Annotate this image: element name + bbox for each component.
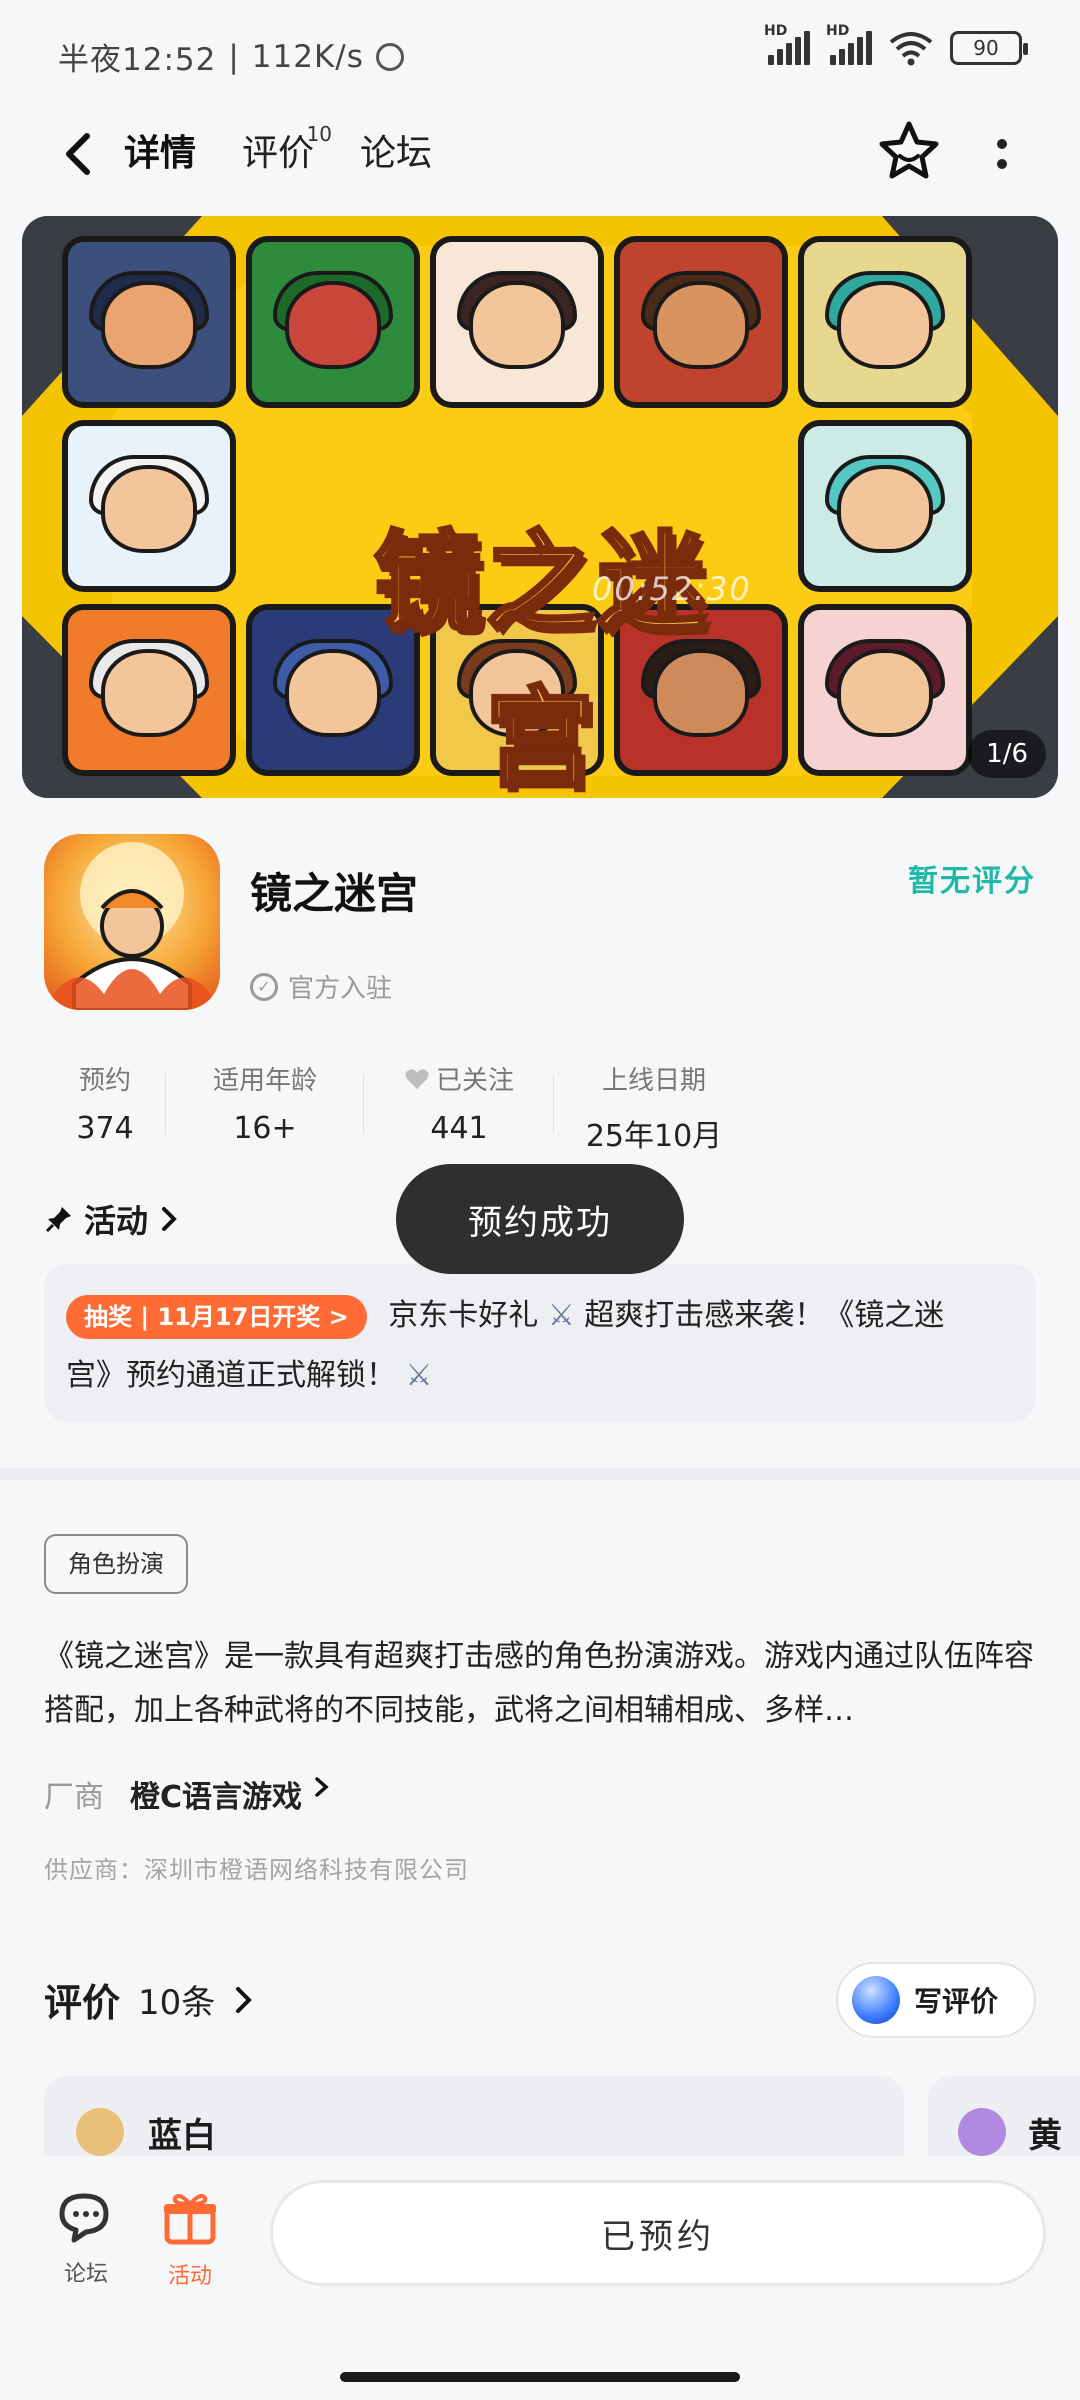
signal-icon-2: HD bbox=[826, 23, 872, 65]
swords-icon: ⚔ bbox=[405, 1358, 433, 1393]
status-time: 半夜12:52 bbox=[58, 42, 217, 78]
stats-row: 预约 374 适用年龄 16+ 已关注 441 上线日期 25年10月 bbox=[44, 1060, 754, 1155]
pin-icon bbox=[45, 1207, 71, 1233]
status-bar: 半夜12:52 | 112K/s HD HD 90 bbox=[0, 0, 1080, 100]
heart-icon bbox=[405, 1068, 429, 1089]
signal-icon: HD bbox=[764, 23, 810, 65]
check-circle-icon: ✓ bbox=[250, 972, 278, 1001]
tab-reviews[interactable]: 评价 10 bbox=[242, 122, 332, 184]
stat-followers[interactable]: 已关注 441 bbox=[364, 1060, 554, 1155]
activity-section-link[interactable]: 活动 bbox=[44, 1196, 180, 1242]
hero-portrait bbox=[798, 236, 972, 408]
game-banner[interactable]: 镜之迷宫 00:52:30 1/6 bbox=[22, 216, 1058, 798]
home-indicator[interactable] bbox=[340, 2372, 740, 2382]
gift-icon bbox=[164, 2194, 216, 2245]
write-review-button[interactable]: 写评价 bbox=[836, 1962, 1036, 2038]
avatar bbox=[76, 2108, 124, 2156]
status-speed: 112K/s bbox=[251, 38, 364, 75]
developer-row[interactable]: 厂商 橙C语言游戏 bbox=[44, 1772, 332, 1816]
chevron-left-icon bbox=[66, 133, 90, 175]
write-review-icon bbox=[852, 1976, 900, 2024]
hero-portrait bbox=[430, 236, 604, 408]
status-right: HD HD 90 bbox=[764, 23, 1028, 66]
hero-portrait bbox=[798, 604, 972, 776]
genre-tag[interactable]: 角色扮演 bbox=[44, 1534, 188, 1594]
chevron-right-icon bbox=[236, 1986, 253, 2013]
tab-bar: 详情 评价 10 论坛 bbox=[124, 122, 432, 184]
back-button[interactable] bbox=[48, 124, 108, 184]
reviews-section-link[interactable]: 评价 10条 bbox=[44, 1972, 255, 2027]
star-button[interactable] bbox=[876, 118, 942, 184]
reservation-success-toast: 预约成功 bbox=[396, 1164, 684, 1274]
reviews-count: 10条 bbox=[138, 1983, 216, 2023]
tab-forum[interactable]: 论坛 bbox=[360, 124, 432, 184]
app-name: 镜之迷宫 bbox=[250, 869, 419, 918]
hero-portrait bbox=[246, 236, 420, 408]
app-icon bbox=[44, 834, 220, 1010]
more-menu-button[interactable] bbox=[982, 124, 1022, 184]
stat-release-date: 上线日期 25年10月 bbox=[585, 1066, 723, 1154]
hero-portrait bbox=[62, 604, 236, 776]
activity-button[interactable]: 活动 bbox=[150, 2190, 230, 2290]
hero-portrait bbox=[798, 420, 972, 592]
avatar bbox=[958, 2108, 1006, 2156]
official-badge: ✓ 官方入驻 bbox=[250, 968, 392, 1005]
chevron-right-icon bbox=[315, 1777, 329, 1797]
banner-timer: 00:52:30 bbox=[592, 570, 752, 608]
developer-name: 橙C语言游戏 bbox=[130, 1780, 303, 1815]
review-user: 蓝白 bbox=[148, 2116, 216, 2156]
section-divider bbox=[0, 1468, 1080, 1480]
chat-bubble-icon bbox=[59, 2193, 109, 2243]
wifi-icon bbox=[889, 32, 933, 66]
tab-details[interactable]: 详情 bbox=[124, 124, 197, 184]
hero-portrait bbox=[62, 236, 236, 408]
top-nav: 详情 评价 10 论坛 bbox=[0, 100, 1080, 212]
reserved-button[interactable]: 已预约 bbox=[270, 2180, 1046, 2286]
supplier-info: 供应商：深圳市橙语网络科技有限公司 bbox=[44, 1856, 469, 1884]
bottom-action-bar: 论坛 活动 已预约 bbox=[0, 2156, 1080, 2400]
hero-portrait bbox=[614, 236, 788, 408]
stat-age-rating: 适用年龄 16+ bbox=[166, 1060, 364, 1155]
activity-card[interactable]: 抽奖 | 11月17日开奖 > 京东卡好礼 ⚔ 超爽打击感来袭！《镜之迷 宫》预… bbox=[44, 1264, 1036, 1422]
alarm-icon bbox=[375, 42, 404, 71]
stat-reservations: 预约 374 bbox=[44, 1060, 166, 1155]
lottery-badge[interactable]: 抽奖 | 11月17日开奖 > bbox=[66, 1294, 367, 1339]
game-description[interactable]: 《镜之迷宫》是一款具有超爽打击感的角色扮演游戏。游戏内通过队伍阵容搭配，加上各种… bbox=[44, 1630, 1036, 1738]
banner-title: 镜之迷宫 bbox=[372, 519, 710, 798]
forum-button[interactable]: 论坛 bbox=[46, 2190, 126, 2288]
status-left: 半夜12:52 | 112K/s bbox=[58, 34, 404, 79]
rating-score: 暂无评分 bbox=[908, 864, 1036, 899]
chevron-right-icon bbox=[162, 1207, 177, 1231]
banner-page-indicator: 1/6 bbox=[968, 730, 1046, 778]
swords-icon: ⚔ bbox=[547, 1298, 575, 1333]
tab-reviews-badge: 10 bbox=[306, 122, 333, 146]
hero-portrait bbox=[62, 420, 236, 592]
battery-icon: 90 bbox=[950, 31, 1028, 65]
